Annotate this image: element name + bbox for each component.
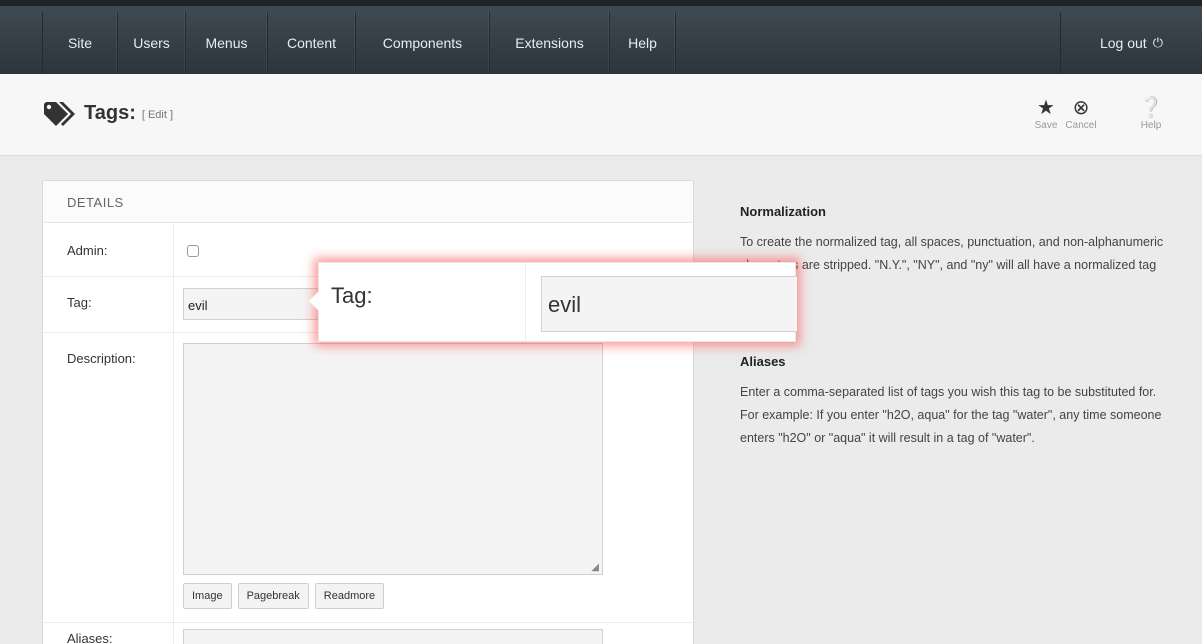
main-menu: Site Users Menus Content Components Exte… bbox=[42, 12, 676, 74]
tag-input[interactable]: evil bbox=[183, 288, 323, 320]
power-icon: ⏻ bbox=[1152, 35, 1163, 50]
aliases-help-title: Aliases bbox=[740, 354, 786, 369]
column-divider bbox=[173, 223, 174, 276]
save-button[interactable]: ★ Save bbox=[1032, 96, 1060, 131]
tag-label: Tag: bbox=[67, 295, 92, 310]
aliases-input[interactable] bbox=[183, 629, 603, 644]
pagebreak-button[interactable]: Pagebreak bbox=[237, 583, 309, 609]
cancel-icon: ⊗ bbox=[1072, 97, 1090, 119]
aliases-help: Aliases Enter a comma-separated list of … bbox=[740, 350, 1165, 450]
tag-zoom-callout: Tag: evil bbox=[309, 262, 797, 342]
normalization-title: Normalization bbox=[740, 204, 826, 219]
help-label: Help bbox=[1140, 120, 1162, 131]
nav-item-components[interactable]: Components bbox=[356, 12, 490, 74]
description-textarea[interactable]: ◢ bbox=[183, 343, 603, 575]
save-label: Save bbox=[1034, 120, 1058, 131]
page-subtitle: [ Edit ] bbox=[141, 109, 174, 121]
nav-item-extensions[interactable]: Extensions bbox=[490, 12, 610, 74]
description-row: Description: ◢ Image Pagebreak Readmore bbox=[43, 333, 693, 623]
nav-item-site[interactable]: Site bbox=[42, 12, 118, 74]
admin-label: Admin: bbox=[67, 243, 108, 258]
logout-button[interactable]: Log out ⏻ bbox=[1060, 12, 1202, 74]
aliases-label: Aliases: bbox=[67, 631, 113, 644]
nav-item-users[interactable]: Users bbox=[118, 12, 186, 74]
image-button[interactable]: Image bbox=[183, 583, 232, 609]
aliases-help-text: Enter a comma-separated list of tags you… bbox=[740, 385, 1162, 445]
help-button[interactable]: ❔ Help bbox=[1135, 96, 1167, 131]
callout-tag-label: Tag: bbox=[331, 283, 373, 308]
tags-icon bbox=[44, 102, 75, 126]
logout-label: Log out bbox=[1099, 35, 1147, 51]
callout-divider bbox=[525, 263, 526, 341]
cancel-label: Cancel bbox=[1065, 120, 1097, 131]
readmore-button[interactable]: Readmore bbox=[314, 583, 385, 609]
details-heading: DETAILS bbox=[43, 181, 693, 223]
callout-pointer bbox=[309, 291, 319, 311]
normalization-help: Normalization To create the normalized t… bbox=[740, 200, 1165, 300]
description-label: Description: bbox=[67, 351, 136, 366]
column-divider bbox=[173, 333, 174, 622]
aliases-row: Aliases: bbox=[43, 623, 693, 644]
nav-item-content[interactable]: Content bbox=[268, 12, 356, 74]
column-divider bbox=[173, 277, 174, 332]
column-divider bbox=[173, 623, 174, 644]
nav-item-help[interactable]: Help bbox=[610, 12, 676, 74]
normalization-text: To create the normalized tag, all spaces… bbox=[740, 235, 1164, 295]
editor-buttons: Image Pagebreak Readmore bbox=[183, 583, 385, 609]
star-icon: ★ bbox=[1037, 97, 1055, 119]
admin-checkbox[interactable] bbox=[187, 245, 199, 257]
nav-item-menus[interactable]: Menus bbox=[186, 12, 268, 74]
top-navigation-bar: Site Users Menus Content Components Exte… bbox=[0, 0, 1202, 74]
page-title-text: Tags: bbox=[84, 101, 136, 124]
callout-tag-input: evil bbox=[541, 276, 797, 332]
cancel-button[interactable]: ⊗ Cancel bbox=[1062, 96, 1100, 131]
resize-grip-icon[interactable]: ◢ bbox=[591, 562, 599, 573]
page-title: Tags: [ Edit ] bbox=[42, 98, 173, 128]
title-bar: Tags: [ Edit ] ★ Save ⊗ Cancel ❔ Help bbox=[0, 74, 1202, 156]
help-icon: ❔ bbox=[1138, 97, 1164, 119]
details-panel: DETAILS Admin: Tag: evil Description: ◢ … bbox=[42, 180, 694, 644]
